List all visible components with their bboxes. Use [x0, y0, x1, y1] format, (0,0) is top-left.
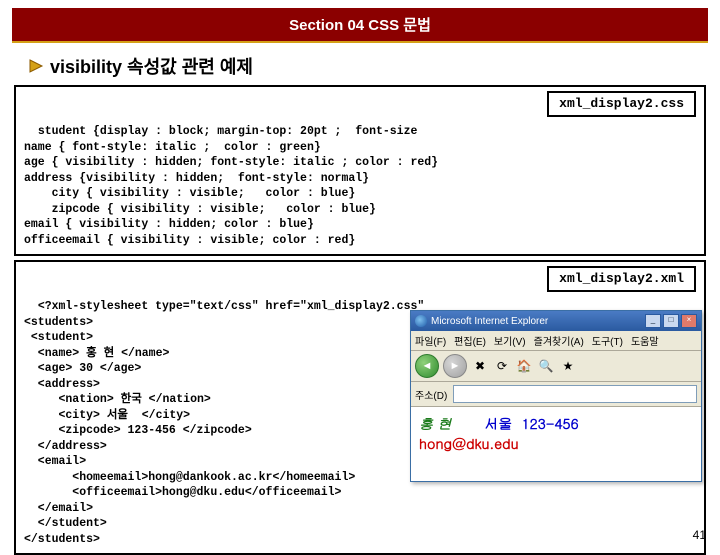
address-input[interactable]	[453, 385, 697, 403]
refresh-icon[interactable]: ⟳	[493, 357, 511, 375]
stop-icon[interactable]: ✖	[471, 357, 489, 375]
browser-content: 홍 현 서울 123-456 hong@dku.edu	[411, 407, 701, 481]
rendered-officeemail: hong@dku.edu	[419, 433, 519, 453]
browser-titlebar: Microsoft Internet Explorer _ □ ×	[411, 311, 701, 331]
page-title-text: visibility 속성값 관련 예제	[50, 53, 253, 79]
menu-edit[interactable]: 편집(E)	[454, 333, 486, 348]
menu-help[interactable]: 도움말	[631, 333, 659, 348]
browser-menubar: 파일(F) 편집(E) 보기(V) 즐겨찾기(A) 도구(T) 도움말	[411, 331, 701, 351]
rendered-name: 홍 현	[419, 413, 452, 433]
rendered-city: 서울	[484, 413, 512, 433]
bullet-icon	[28, 58, 44, 74]
rendered-zip: 123-456	[522, 413, 579, 433]
close-button[interactable]: ×	[681, 314, 697, 328]
browser-title-text: Microsoft Internet Explorer	[431, 316, 548, 327]
ie-icon	[415, 315, 427, 327]
browser-toolbar: ◄ ► ✖ ⟳ 🏠 🔍 ★	[411, 351, 701, 382]
menu-view[interactable]: 보기(V)	[494, 333, 526, 348]
menu-tools[interactable]: 도구(T)	[592, 333, 623, 348]
home-icon[interactable]: 🏠	[515, 357, 533, 375]
menu-fav[interactable]: 즐겨찾기(A)	[534, 333, 584, 348]
search-icon[interactable]: 🔍	[537, 357, 555, 375]
section-header: Section 04 CSS 문법	[12, 8, 708, 43]
xml-file-label: xml_display2.xml	[547, 266, 696, 292]
back-button[interactable]: ◄	[415, 354, 439, 378]
xml-code: <?xml-stylesheet type="text/css" href="x…	[24, 300, 424, 546]
browser-address-bar: 주소(D)	[411, 382, 701, 407]
forward-button[interactable]: ►	[443, 354, 467, 378]
address-label: 주소(D)	[415, 387, 447, 402]
minimize-button[interactable]: _	[645, 314, 661, 328]
maximize-button[interactable]: □	[663, 314, 679, 328]
page-title: visibility 속성값 관련 예제	[28, 53, 708, 79]
css-code-box: xml_display2.css student {display : bloc…	[14, 85, 706, 256]
favorites-icon[interactable]: ★	[559, 357, 577, 375]
css-file-label: xml_display2.css	[547, 91, 696, 117]
css-code: student {display : block; margin-top: 20…	[24, 125, 438, 247]
menu-file[interactable]: 파일(F)	[415, 333, 446, 348]
browser-window: Microsoft Internet Explorer _ □ × 파일(F) …	[410, 310, 702, 482]
